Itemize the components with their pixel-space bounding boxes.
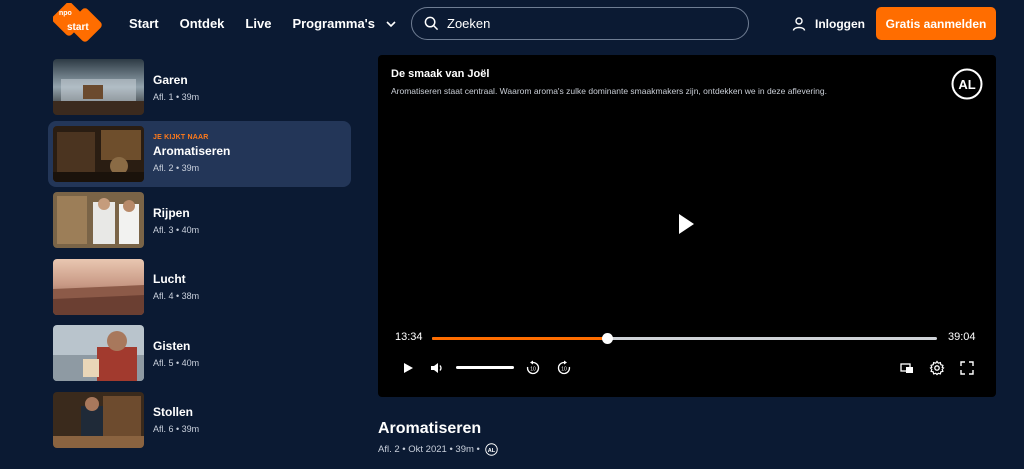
video-player[interactable]: De smaak van Joël Aromatiseren staat cen… <box>378 55 996 397</box>
svg-text:npo: npo <box>59 10 72 17</box>
search-bar[interactable] <box>411 7 749 40</box>
episode-title: Garen <box>153 72 188 87</box>
episode-thumbnail <box>53 59 144 115</box>
volume-icon[interactable] <box>429 360 445 376</box>
episode-meta: Afl. 6 • 39m <box>153 424 200 434</box>
age-rating-al-icon: AL <box>951 68 983 100</box>
chevron-down-icon <box>386 20 396 27</box>
play-button-icon[interactable] <box>400 360 416 376</box>
volume-slider[interactable] <box>456 366 514 369</box>
episode-meta: Afl. 4 • 38m <box>153 291 200 301</box>
episode-title: Aromatiseren <box>153 144 231 158</box>
signup-button[interactable]: Gratis aanmelden <box>876 7 996 40</box>
seek-bar[interactable] <box>432 333 937 344</box>
svg-text:AL: AL <box>958 77 975 92</box>
episode-title: Gisten <box>153 338 191 353</box>
episode-meta: Afl. 2 • 39m <box>153 163 200 173</box>
episode-thumbnail <box>53 258 144 315</box>
forward-10-icon[interactable]: 10 <box>556 360 572 376</box>
total-time: 39:04 <box>948 331 976 343</box>
episode-list: Garen Afl. 1 • 39m JE KIJKT NAAR Aromati… <box>48 54 351 453</box>
search-icon <box>424 16 439 31</box>
episode-item-aromatiseren[interactable]: JE KIJKT NAAR Aromatiseren Afl. 2 • 39m <box>48 120 351 187</box>
svg-text:10: 10 <box>561 367 567 373</box>
top-navigation-bar: npo start Start Ontdek Live Programma's … <box>0 0 1024 47</box>
episode-item-gisten[interactable]: Gisten Afl. 5 • 40m <box>48 320 351 386</box>
main-nav: Start Ontdek Live Programma's <box>129 0 418 47</box>
seek-progress <box>432 337 608 340</box>
episode-thumbnail <box>53 192 144 248</box>
player-title: De smaak van Joël <box>391 68 490 80</box>
npo-start-logo[interactable]: npo start <box>53 3 107 43</box>
episode-thumbnail <box>53 391 144 448</box>
episode-meta: Afl. 5 • 40m <box>153 357 200 368</box>
episode-title: Stollen <box>153 405 194 419</box>
nav-start[interactable]: Start <box>129 16 159 31</box>
episode-item-stollen[interactable]: Stollen Afl. 6 • 39m <box>48 387 351 453</box>
episode-details: Afl. 2 • Okt 2021 • 39m • AL <box>378 443 498 456</box>
age-rating-al-small-icon: AL <box>485 443 498 456</box>
svg-text:AL: AL <box>488 448 496 454</box>
search-input[interactable] <box>447 16 727 31</box>
episode-details-text: Afl. 2 • Okt 2021 • 39m • <box>378 444 480 455</box>
episode-meta: Afl. 1 • 39m <box>153 91 200 102</box>
episode-title: Lucht <box>153 272 186 286</box>
login-button[interactable]: Inloggen <box>792 0 865 47</box>
play-icon[interactable] <box>676 212 696 236</box>
episode-thumbnail <box>53 325 144 381</box>
seek-handle[interactable] <box>602 333 614 344</box>
episode-meta: Afl. 3 • 40m <box>153 224 200 235</box>
episode-heading: Aromatiseren <box>378 420 482 437</box>
player-description: Aromatiseren staat centraal. Waarom arom… <box>391 86 827 96</box>
nav-programmas-label: Programma's <box>292 16 376 31</box>
episode-item-lucht[interactable]: Lucht Afl. 4 • 38m <box>48 254 351 320</box>
fullscreen-icon[interactable] <box>959 360 975 376</box>
episode-thumbnail <box>53 125 144 182</box>
rewind-10-icon[interactable]: 10 <box>525 360 541 376</box>
nav-programmas[interactable]: Programma's <box>292 16 397 31</box>
settings-gear-icon[interactable] <box>929 360 945 376</box>
nav-ontdek[interactable]: Ontdek <box>180 16 225 31</box>
svg-text:start: start <box>67 22 89 33</box>
svg-text:10: 10 <box>530 367 536 373</box>
episode-item-garen[interactable]: Garen Afl. 1 • 39m <box>48 54 351 120</box>
episode-title: Rijpen <box>153 205 190 220</box>
current-time: 13:34 <box>395 331 423 343</box>
episode-item-rijpen[interactable]: Rijpen Afl. 3 • 40m <box>48 187 351 253</box>
login-label: Inloggen <box>815 16 865 31</box>
cast-icon[interactable] <box>899 360 915 376</box>
user-icon <box>792 16 806 31</box>
now-watching-label: JE KIJKT NAAR <box>153 134 209 141</box>
nav-live[interactable]: Live <box>245 16 271 31</box>
